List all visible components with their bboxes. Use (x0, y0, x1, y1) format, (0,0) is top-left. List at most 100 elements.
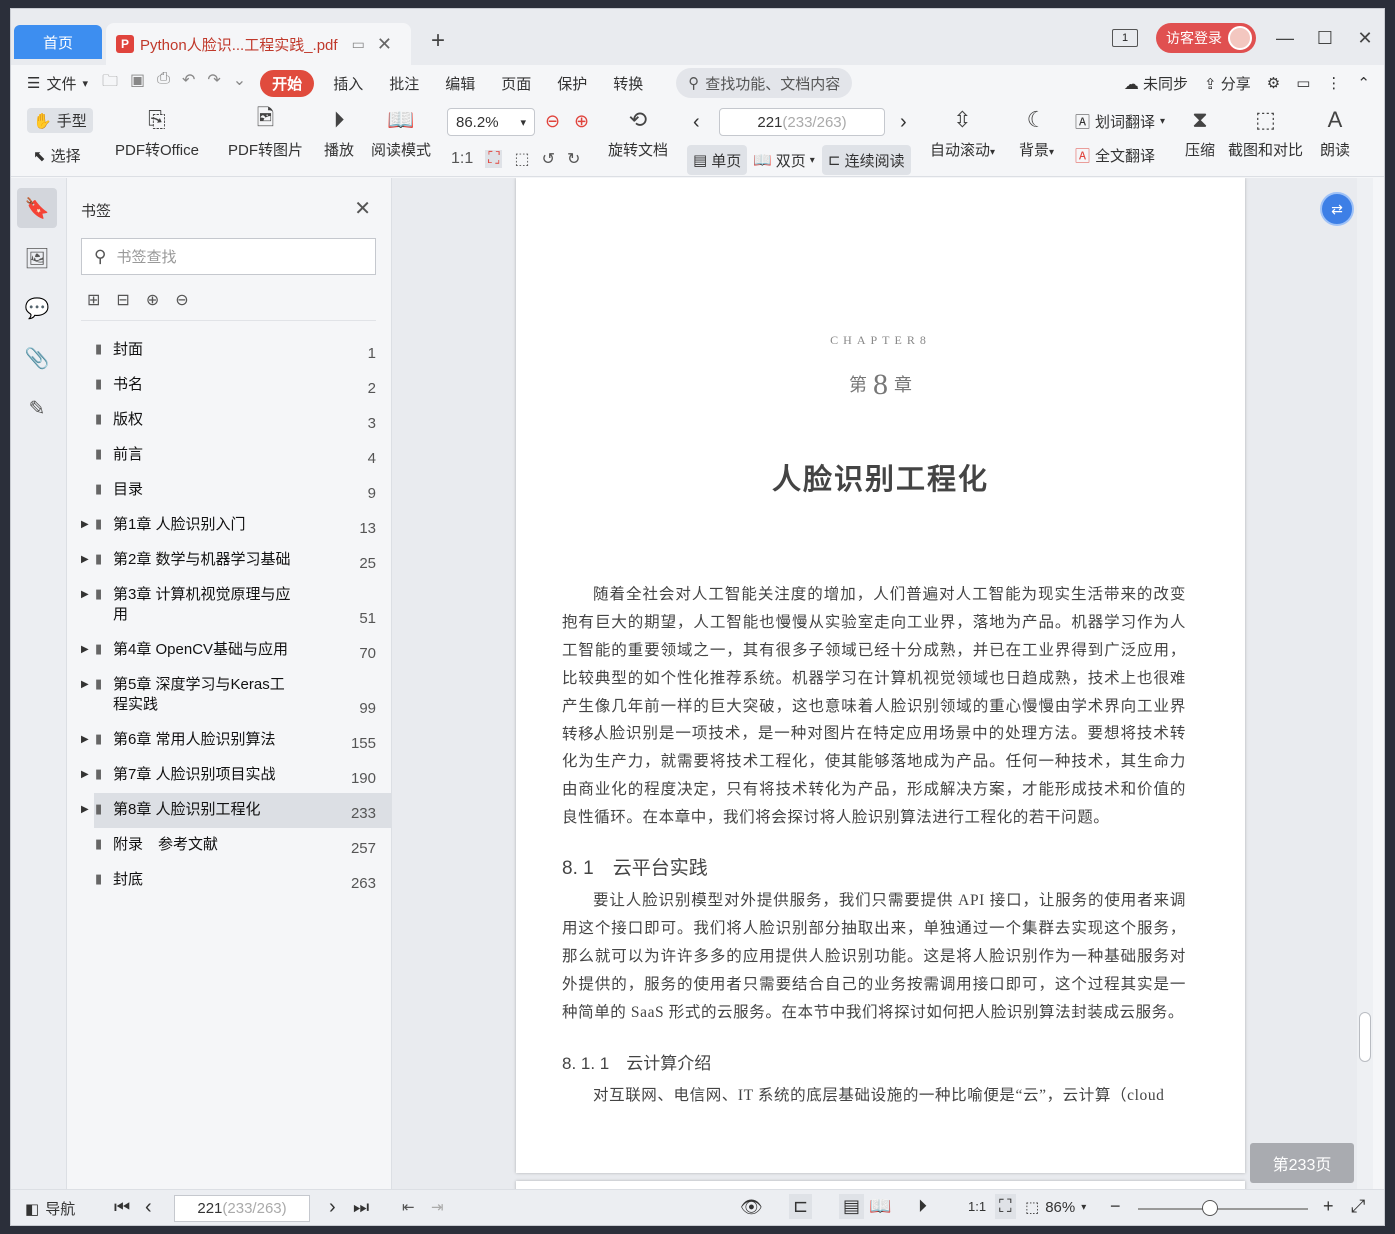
continuous-reading-button[interactable]: ⊏ 连续阅读 (822, 145, 911, 175)
bookmark-item[interactable]: ▶ ▮ 第7章 人脸识别项目实战 190 (67, 758, 392, 793)
expand-arrow-icon[interactable]: ▶ (81, 675, 95, 690)
word-translate-button[interactable]: 🄰 划词翻译 ▾ (1075, 111, 1165, 132)
thumbnail-icon[interactable]: 🖼 (17, 238, 57, 278)
single-view-icon[interactable]: ▤ (839, 1194, 865, 1219)
forward-icon[interactable]: ⇥ (431, 1198, 444, 1216)
attachment-icon[interactable]: 📎 (17, 338, 57, 378)
file-menu[interactable]: ☰ 文件 ▾ (27, 73, 88, 94)
vertical-scrollbar[interactable] (1357, 178, 1373, 1189)
fit-page-icon[interactable]: ⛶ (485, 150, 503, 168)
bookmark-item[interactable]: ▶ ▮ 第8章 人脸识别工程化 233 (81, 793, 392, 828)
bookmark-item[interactable]: ▶ ▮ 第2章 数学与机器学习基础 25 (67, 543, 392, 578)
expand-arrow-icon[interactable]: ▶ (81, 550, 95, 565)
collapse-ribbon-icon[interactable]: ⌃ (1357, 74, 1370, 92)
first-page-icon[interactable]: ⏮ (114, 1197, 130, 1218)
bookmark-item[interactable]: ▮ 前言 4 (67, 438, 392, 473)
share-button[interactable]: ⇪ 分享 (1204, 73, 1251, 94)
fit-width-icon[interactable]: ⬚ (514, 149, 529, 169)
nav-toggle-button[interactable]: ◧ 导航 (25, 1198, 75, 1219)
actual-size-icon[interactable]: 1:1 (968, 1199, 986, 1214)
more-vert-icon[interactable]: ⋮ (1326, 74, 1341, 92)
signature-icon[interactable]: ✎ (17, 388, 57, 428)
menu-tab-insert[interactable]: 插入 (333, 73, 363, 94)
menu-tab-page[interactable]: 页面 (501, 73, 531, 94)
status-zoom-select[interactable]: ⬚ 86% ▾ (1025, 1198, 1086, 1217)
sync-status[interactable]: ☁ 未同步 (1124, 73, 1188, 94)
play-icon[interactable]: ⏵ (918, 1196, 927, 1217)
bookmark-item[interactable]: ▮ 封底 263 (67, 863, 392, 898)
window-count-badge[interactable]: 1 (1112, 29, 1138, 47)
read-aloud-button[interactable]: A 朗读 (1318, 105, 1352, 160)
new-tab-button[interactable]: + (431, 27, 445, 55)
settings-icon[interactable]: ⚙ (1267, 74, 1280, 92)
document-viewer[interactable]: CHAPTER8 第8章 人脸识别工程化 随着全社会对人工智能关注度的增加，人们… (392, 178, 1373, 1189)
last-page-icon[interactable]: ⏭ (353, 1197, 369, 1218)
rotate-document-button[interactable]: ⟲ 旋转文档 (608, 105, 668, 160)
menu-tab-convert[interactable]: 转换 (613, 73, 643, 94)
fit-page-icon[interactable]: ⛶ (995, 1194, 1016, 1219)
expand-arrow-icon[interactable]: ▶ (81, 730, 95, 745)
fullscreen-icon[interactable]: ⤢ (1351, 1196, 1365, 1217)
expand-arrow-icon[interactable]: ▶ (81, 765, 95, 780)
bookmark-item[interactable]: ▶ ▮ 第3章 计算机视觉原理与应用 51 (67, 578, 392, 633)
prev-page-icon[interactable]: ‹ (145, 1196, 152, 1219)
pdf-to-office-button[interactable]: ⎘ PDF转Office (115, 105, 199, 160)
delete-bookmark-icon[interactable]: ⊖ (175, 290, 188, 310)
undo-icon[interactable]: ↶ (182, 70, 195, 97)
double-page-button[interactable]: 📖 双页 ▾ (747, 145, 821, 175)
bookmark-item[interactable]: ▶ ▮ 第1章 人脸识别入门 13 (67, 508, 392, 543)
bookmark-item[interactable]: ▶ ▮ 第5章 深度学习与Keras工程实践 99 (67, 668, 392, 723)
bookmark-item[interactable]: ▶ ▮ 第6章 常用人脸识别算法 155 (67, 723, 392, 758)
minimize-button[interactable]: — (1274, 28, 1296, 49)
add-bookmark-icon[interactable]: ⊕ (146, 290, 159, 310)
status-page-input[interactable]: 221 (233/263) (174, 1195, 310, 1222)
menu-tab-annotate[interactable]: 批注 (389, 73, 419, 94)
bookmark-item[interactable]: ▶ ▮ 第4章 OpenCV基础与应用 70 (67, 633, 392, 668)
zoom-in-icon[interactable]: ⊕ (574, 111, 589, 132)
annotation-icon[interactable]: 💬 (17, 288, 57, 328)
more-quick-icon[interactable]: ⌄ (233, 70, 246, 97)
back-icon[interactable]: ⇤ (402, 1198, 415, 1216)
background-button[interactable]: ☾ 背景▾ (1019, 105, 1054, 160)
single-page-button[interactable]: ▤ 单页 (687, 145, 748, 175)
bookmark-item[interactable]: ▮ 版权 3 (67, 403, 392, 438)
compress-button[interactable]: ⧗ 压缩 (1183, 105, 1217, 160)
expand-arrow-icon[interactable]: ▶ (81, 640, 95, 655)
menu-tab-protect[interactable]: 保护 (557, 73, 587, 94)
next-page-icon[interactable]: › (900, 111, 907, 134)
select-tool-button[interactable]: ⬉ 选择 (33, 145, 81, 166)
auto-scroll-button[interactable]: ⇳ 自动滚动▾ (930, 105, 995, 160)
scrollbar-thumb[interactable] (1359, 1012, 1371, 1062)
eye-protect-icon[interactable]: 👁 (740, 1197, 763, 1218)
bookmark-item[interactable]: ▮ 书名 2 (67, 368, 392, 403)
zoom-select[interactable]: 86.2% ▾ (447, 108, 535, 136)
bookmark-item[interactable]: ▮ 封面 1 (67, 333, 392, 368)
expand-all-icon[interactable]: ⊞ (87, 290, 100, 310)
actual-size-icon[interactable]: 1:1 (451, 150, 473, 168)
expand-arrow-icon[interactable]: ▶ (81, 585, 95, 600)
continuous-view-icon[interactable]: ⊏ (789, 1194, 813, 1219)
hand-tool-button[interactable]: ✋ 手型 (27, 108, 93, 133)
screenshot-compare-button[interactable]: ⬚ 截图和对比 (1228, 105, 1303, 160)
tab-home[interactable]: 首页 (14, 25, 102, 59)
full-translate-button[interactable]: 🄰 全文翻译 (1075, 145, 1155, 166)
tab-document[interactable]: P Python人脸识...工程实践_.pdf ▭ ✕ (106, 23, 411, 65)
zoom-out-icon[interactable]: − (1110, 1196, 1121, 1217)
read-mode-button[interactable]: 📖 阅读模式 (371, 105, 431, 160)
prev-page-icon[interactable]: ‹ (693, 111, 700, 134)
close-icon[interactable]: ✕ (354, 196, 371, 221)
next-page-icon[interactable]: › (329, 1196, 336, 1219)
redo-icon[interactable]: ↷ (207, 70, 220, 97)
open-folder-icon[interactable]: 🗀 (102, 70, 118, 97)
save-icon[interactable]: ▣ (130, 70, 145, 97)
bookmark-item[interactable]: ▮ 目录 9 (67, 473, 392, 508)
comment-icon[interactable]: ▭ (1296, 74, 1310, 92)
page-number-input[interactable]: 221 (233/263) (719, 108, 885, 136)
pin-icon[interactable]: ▭ (352, 36, 365, 53)
close-tab-icon[interactable]: ✕ (377, 34, 392, 55)
menu-tab-edit[interactable]: 编辑 (445, 73, 475, 94)
maximize-button[interactable]: ☐ (1314, 28, 1336, 49)
zoom-out-icon[interactable]: ⊖ (545, 111, 560, 132)
play-button[interactable]: ⏵ 播放 (322, 105, 356, 160)
menu-tab-start[interactable]: 开始 (260, 69, 315, 97)
